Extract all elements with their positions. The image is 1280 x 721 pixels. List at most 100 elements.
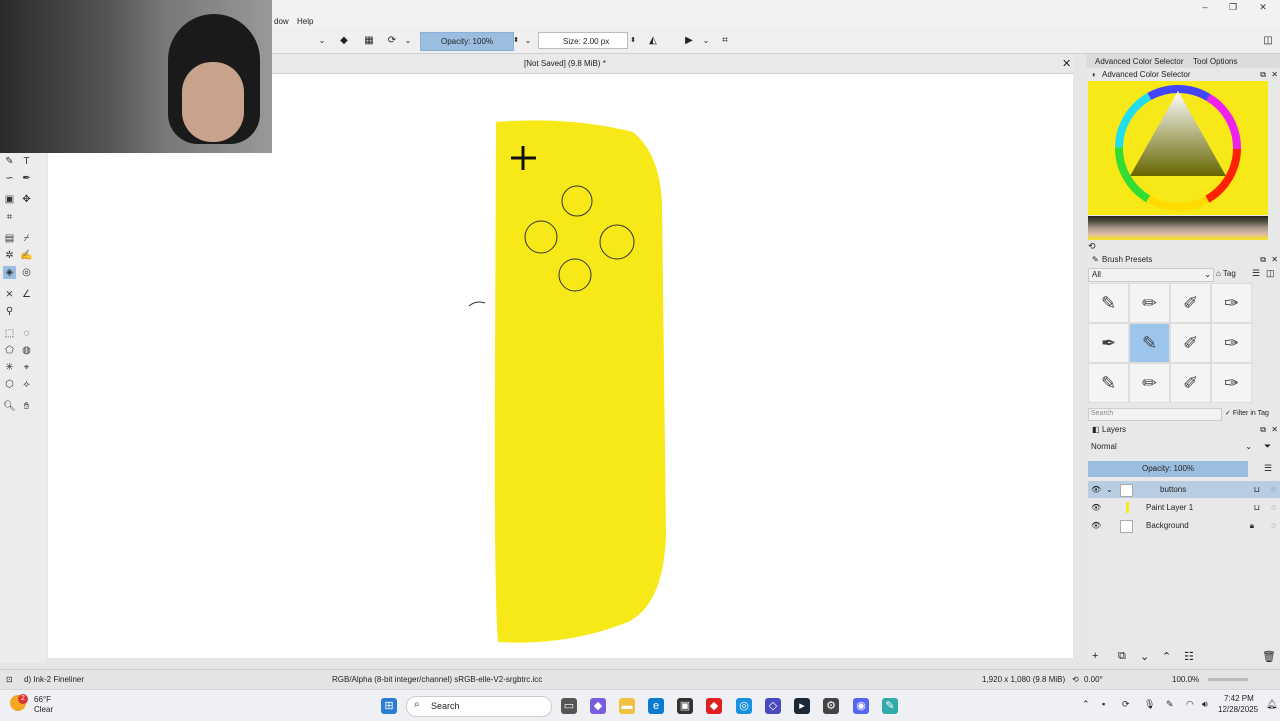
bezier-select-icon[interactable]: ⬡	[3, 378, 16, 391]
close-panel-icon[interactable]: ✕	[1271, 424, 1278, 436]
wrap-around-icon[interactable]: ⌗	[717, 33, 733, 49]
brush-filter-select[interactable]: All ⌄	[1088, 268, 1214, 282]
filter-in-tag-checkbox[interactable]: ✓ Filter in Tag	[1225, 409, 1269, 417]
edge-icon[interactable]: e	[648, 698, 664, 714]
fill-tool-icon[interactable]: ◈	[3, 266, 16, 279]
color-wheel[interactable]	[1088, 81, 1268, 215]
app-settings-icon[interactable]: ⚙	[823, 698, 839, 714]
clock-time[interactable]: 7:42 PM	[1224, 694, 1254, 703]
lock-icon[interactable]: 🔒︎	[1250, 517, 1254, 534]
layer-opacity-slider[interactable]: Opacity: 100%	[1088, 461, 1248, 477]
rect-select-icon[interactable]: ⬚	[3, 327, 16, 340]
tray-chevron-icon[interactable]: ⌃	[1082, 699, 1090, 710]
discord-icon[interactable]: ◉	[853, 698, 869, 714]
contiguous-select-icon[interactable]: ✳	[3, 361, 16, 374]
grid-view-icon[interactable]: ◫	[1266, 268, 1275, 279]
zoom-tool-icon[interactable]: 🔍︎	[3, 400, 16, 413]
pen-icon[interactable]: ✎	[1166, 699, 1174, 710]
polygon-select-icon[interactable]: ⬠	[3, 344, 16, 357]
enclose-fill-icon[interactable]: ◎	[20, 266, 33, 279]
chevron-down-icon[interactable]: ⌄	[700, 33, 712, 49]
similar-select-icon[interactable]: ⌖	[20, 361, 33, 374]
brush-preset-brush[interactable]: ✏	[1129, 363, 1170, 403]
duplicate-layer-icon[interactable]: ⧉	[1118, 650, 1126, 663]
tab-advanced-color-selector[interactable]: Advanced Color Selector	[1095, 57, 1184, 66]
task-view-icon[interactable]: ▭	[561, 698, 577, 714]
restore-icon[interactable]: ❐	[1218, 0, 1248, 15]
mirror-horizontal-icon[interactable]: ◭	[645, 33, 661, 49]
measure-tool-icon[interactable]: ∠	[20, 288, 33, 301]
layer-row[interactable]: 👁︎ ⌄ buttons ⊔ ◌	[1088, 481, 1280, 498]
move-down-icon[interactable]: ⌄	[1140, 650, 1149, 663]
brush-preset-blue-pen[interactable]: ✐	[1170, 363, 1211, 403]
copilot-icon[interactable]: ◆	[590, 698, 606, 714]
brush-preset-charcoal[interactable]: ✐	[1170, 283, 1211, 323]
alpha-icon[interactable]: ◌	[1271, 517, 1276, 534]
reference-tool-icon[interactable]: ⚲	[3, 305, 16, 318]
close-panel-icon[interactable]: ✕	[1271, 254, 1278, 266]
rotation-value[interactable]: 0.00°	[1084, 675, 1103, 684]
eraser-icon[interactable]: ◆	[336, 33, 352, 49]
tag-button[interactable]: ⌂ Tag	[1216, 269, 1236, 278]
assistant-tool-icon[interactable]: ✍	[20, 249, 33, 262]
brush-preset-fineliner[interactable]: ✎	[1129, 323, 1170, 363]
app-red-icon[interactable]: ◆	[706, 698, 722, 714]
alpha-icon[interactable]: ◌	[1271, 481, 1276, 498]
steam-icon[interactable]: ▸	[794, 698, 810, 714]
color-history-bar[interactable]	[1088, 216, 1268, 240]
layer-properties-icon[interactable]: ☷	[1184, 650, 1194, 663]
brush-preset-pencil[interactable]: ✎	[1088, 283, 1129, 323]
windows-start-icon[interactable]: ⊞	[381, 698, 397, 714]
transform-tool-icon[interactable]: ▣	[3, 193, 16, 206]
zoom-value[interactable]: 100.0%	[1172, 675, 1199, 684]
brush-preset-pink[interactable]: ✑	[1211, 363, 1252, 403]
alpha-icon[interactable]: ◌	[1271, 499, 1276, 516]
layer-row[interactable]: 👁︎ Paint Layer 1 ⊔ ◌	[1088, 499, 1280, 516]
smart-patch-icon[interactable]: ✲	[3, 249, 16, 262]
close-panel-icon[interactable]: ✕	[1271, 69, 1278, 81]
layer-menu-icon[interactable]: ☰	[1264, 463, 1272, 474]
list-view-icon[interactable]: ☰	[1252, 268, 1260, 279]
assistant-icon[interactable]: ⨯	[3, 288, 16, 301]
menu-window[interactable]: dow	[274, 17, 289, 26]
krita-icon[interactable]: ✎	[882, 698, 898, 714]
tray-app-icon[interactable]: ▪	[1102, 699, 1105, 709]
notification-icon[interactable]: 🔔︎	[1266, 699, 1277, 710]
filter-icon[interactable]: ⏷	[1264, 441, 1271, 452]
freehand-path-icon[interactable]: ∽	[3, 172, 16, 185]
taskbar-search[interactable]: ⌕ Search	[406, 696, 552, 717]
brush-preset-marker[interactable]: ✎	[1088, 363, 1129, 403]
opacity-slider[interactable]: Opacity: 100%	[420, 32, 514, 51]
eye-icon[interactable]: 👁︎	[1091, 481, 1101, 498]
lock-icon[interactable]: ⊔	[1254, 481, 1260, 498]
delete-layer-icon[interactable]: 🗑︎	[1262, 650, 1276, 663]
tab-tool-options[interactable]: Tool Options	[1193, 57, 1237, 66]
eye-icon[interactable]: 👁︎	[1091, 499, 1101, 516]
clock-date[interactable]: 12/28/2025	[1218, 705, 1258, 714]
float-icon[interactable]: ⧉	[1260, 424, 1266, 436]
zoom-slider[interactable]	[1208, 678, 1248, 681]
spin-icon[interactable]: ⬍	[629, 33, 637, 49]
move-up-icon[interactable]: ⌃	[1162, 650, 1171, 663]
brush-search-input[interactable]: Search	[1088, 408, 1222, 421]
freehand-select-icon[interactable]: ◍	[20, 344, 33, 357]
brush-preset-pen[interactable]: ✑	[1211, 323, 1252, 363]
close-window-icon[interactable]: ✕	[1248, 0, 1278, 15]
chevron-down-icon[interactable]: ⌄	[402, 33, 414, 49]
color-picker-icon[interactable]: ⌿	[20, 232, 33, 245]
brush-preset-ink[interactable]: ✒	[1088, 323, 1129, 363]
ellipse-select-icon[interactable]: ◌	[20, 327, 33, 340]
wifi-icon[interactable]: ◠	[1186, 699, 1194, 710]
crop-tool-icon[interactable]: ⌗	[3, 211, 16, 224]
lock-icon[interactable]: ⊔	[1254, 499, 1260, 516]
reload-preset-icon[interactable]: ⟳	[384, 33, 400, 49]
blend-mode-select[interactable]: Normal ⌄	[1088, 441, 1254, 453]
brush-preset-ballpoint[interactable]: ✐	[1170, 323, 1211, 363]
calligraphy-icon[interactable]: ✒	[20, 172, 33, 185]
refresh-icon[interactable]: ⟲	[1088, 241, 1096, 252]
close-document-icon[interactable]: ✕	[1062, 57, 1071, 70]
menu-help[interactable]: Help	[297, 17, 313, 26]
chevron-down-icon[interactable]: ⌄	[316, 33, 328, 49]
tray-sync-icon[interactable]: ⟳	[1122, 699, 1130, 710]
color-selector[interactable]	[1088, 81, 1268, 215]
